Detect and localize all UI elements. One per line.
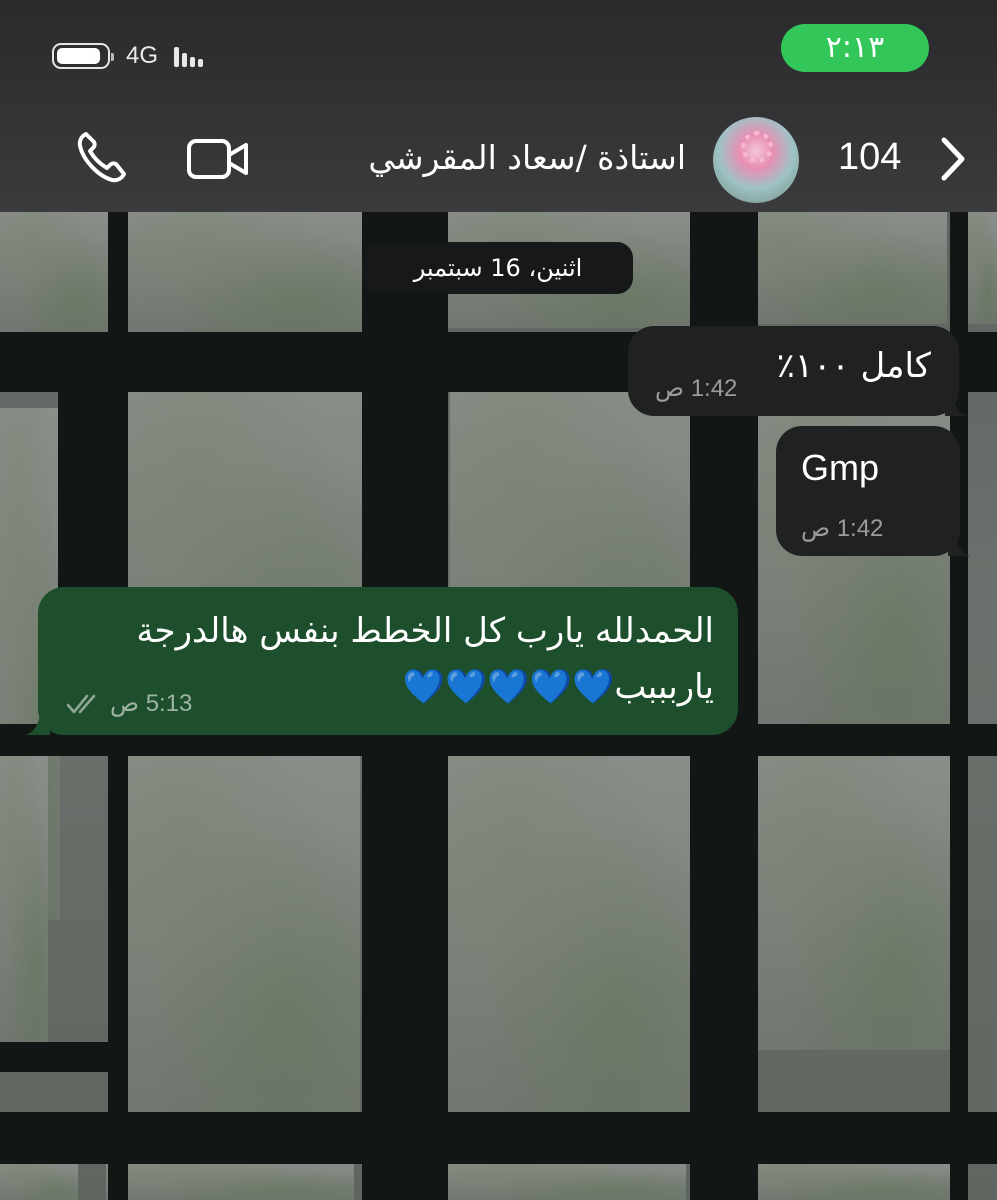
incoming-message-bubble[interactable]: كامل ١٠٠٪ 1:42 ص: [628, 326, 967, 416]
wallpaper-pane: [0, 752, 48, 1042]
wallpaper-pane: [967, 212, 997, 324]
message-text-line: الحمدلله يارب كل الخطط بنفس هالدرجة: [136, 611, 714, 651]
bubble-tail: [26, 711, 50, 735]
wallpaper-pane: [438, 1162, 686, 1200]
double-check-icon: [66, 694, 96, 713]
contact-avatar[interactable]: [713, 117, 799, 203]
wallpaper-pane: [0, 1162, 78, 1200]
voice-call-button[interactable]: [76, 130, 128, 184]
bubble-tail: [945, 394, 967, 416]
date-separator: اثنين، 16 سبتمبر: [363, 242, 633, 294]
message-text-line: ياربببب💙💙💙💙💙: [402, 667, 714, 707]
video-call-button[interactable]: [186, 137, 250, 181]
wallpaper-pane: [0, 212, 108, 332]
message-time: 5:13 ص: [110, 690, 193, 717]
message-meta: 5:13 ص: [66, 689, 192, 718]
chevron-left-icon: [941, 137, 965, 181]
wallpaper-pane: [440, 752, 690, 1114]
status-bar-left: 4G: [52, 38, 204, 74]
wallpaper-pane: [108, 752, 360, 1114]
message-time: 1:42 ص: [655, 375, 738, 402]
phone-icon: [77, 132, 126, 183]
incoming-message-bubble[interactable]: Gmp 1:42 ص: [776, 426, 970, 556]
network-type: 4G: [126, 42, 159, 69]
window-frame-bar: [0, 1112, 997, 1164]
wallpaper-pane: [757, 750, 952, 1050]
wallpaper-pane: [128, 212, 366, 332]
bubble-tail: [948, 534, 970, 556]
window-frame-bar: [0, 1042, 108, 1072]
contact-name[interactable]: استاذة /سعاد المقرشي: [368, 138, 686, 177]
status-time-pill[interactable]: ٢:١٣: [781, 24, 929, 72]
wallpaper-pane: [106, 1162, 354, 1200]
message-text: كامل ١٠٠٪: [776, 346, 931, 386]
message-text: Gmp: [801, 447, 880, 488]
message-time: 1:42 ص: [801, 515, 884, 542]
battery-icon: [52, 43, 114, 69]
video-camera-icon: [187, 139, 248, 179]
signal-icon: [174, 45, 204, 67]
unread-count[interactable]: 104: [838, 136, 901, 179]
back-button[interactable]: [935, 132, 971, 186]
chat-header: 4G ٢:١٣ 104 استاذة /سعاد المقرشي: [0, 0, 997, 212]
outgoing-message-bubble[interactable]: الحمدلله يارب كل الخطط بنفس هالدرجة يارب…: [26, 587, 738, 735]
